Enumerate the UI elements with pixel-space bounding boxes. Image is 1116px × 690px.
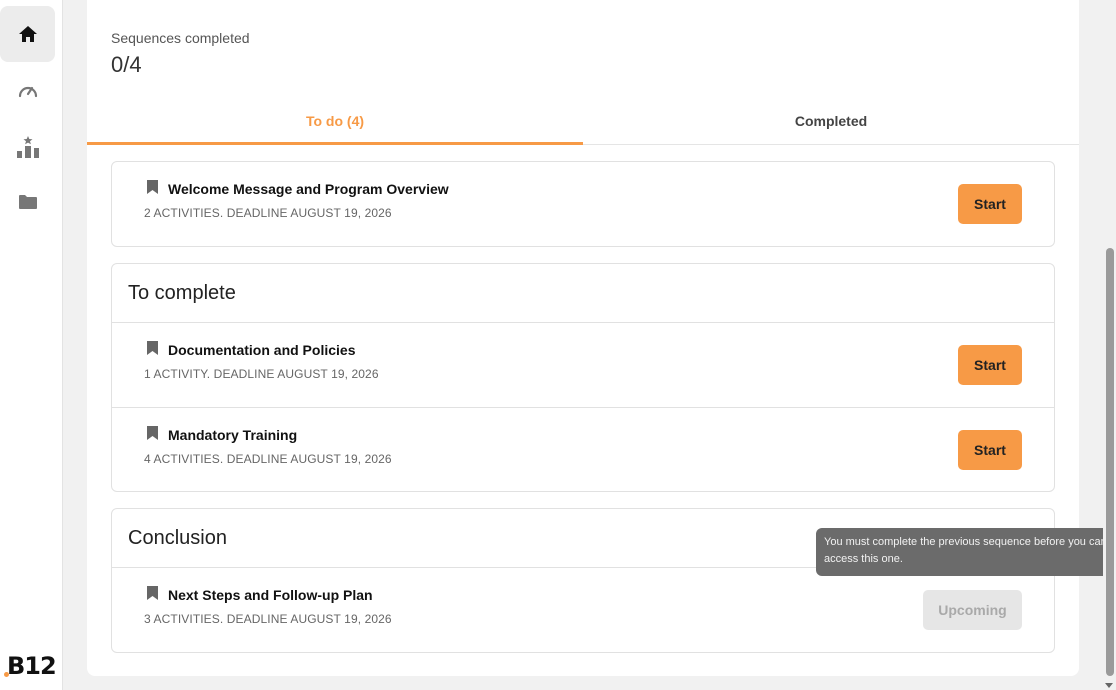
sequence-meta: 4 ACTIVITIES. DEADLINE AUGUST 19, 2026 xyxy=(144,452,392,466)
locked-sequence-tooltip: You must complete the previous sequence … xyxy=(816,528,1116,576)
sequence-title-text: Mandatory Training xyxy=(168,426,298,443)
scrollbar-thumb[interactable] xyxy=(1106,248,1114,676)
sequences-completed-label: Sequences completed xyxy=(111,30,250,46)
speedometer-icon xyxy=(17,81,39,99)
tab-todo[interactable]: To do (4) xyxy=(87,98,583,145)
home-icon xyxy=(18,25,38,43)
tab-completed[interactable]: Completed xyxy=(583,98,1079,144)
sequence-card: Welcome Message and Program Overview 2 A… xyxy=(111,161,1055,247)
podium-icon xyxy=(16,135,40,159)
sequence-title: Next Steps and Follow-up Plan xyxy=(146,585,373,604)
sidebar: B12 xyxy=(0,0,63,690)
sequence-title: Mandatory Training xyxy=(146,425,297,444)
sequence-row: Next Steps and Follow-up Plan 3 ACTIVITI… xyxy=(112,568,1054,652)
sequence-row: Mandatory Training 4 ACTIVITIES. DEADLIN… xyxy=(112,407,1054,491)
bookmark-icon xyxy=(146,585,168,604)
section-to-complete: To complete Documentation and Policies 1… xyxy=(111,263,1055,492)
sequence-meta: 1 ACTIVITY. DEADLINE AUGUST 19, 2026 xyxy=(144,367,379,381)
sequence-title-text: Welcome Message and Program Overview xyxy=(168,180,449,197)
sequence-row: Documentation and Policies 1 ACTIVITY. D… xyxy=(112,323,1054,407)
upcoming-button[interactable]: Upcoming xyxy=(923,590,1022,630)
b12-logo: B12 xyxy=(4,652,57,680)
sidebar-item-home[interactable] xyxy=(0,6,55,62)
tab-bar: To do (4) Completed xyxy=(87,98,1079,145)
sequence-meta: 2 ACTIVITIES. DEADLINE AUGUST 19, 2026 xyxy=(144,206,392,220)
folder-icon xyxy=(18,194,38,210)
sequences-completed-value: 0/4 xyxy=(111,52,142,77)
sidebar-item-leaderboard[interactable] xyxy=(0,119,55,175)
sequence-title-text: Next Steps and Follow-up Plan xyxy=(168,586,373,603)
scrollbar[interactable] xyxy=(1103,0,1116,690)
scroll-down-arrow-icon[interactable] xyxy=(1105,683,1113,688)
start-button[interactable]: Start xyxy=(958,184,1022,224)
start-button[interactable]: Start xyxy=(958,345,1022,385)
sequence-row: Welcome Message and Program Overview 2 A… xyxy=(112,162,1054,246)
section-heading: To complete xyxy=(112,264,1054,323)
sidebar-item-dashboard[interactable] xyxy=(0,62,55,118)
sequence-title-text: Documentation and Policies xyxy=(168,341,356,358)
bookmark-icon xyxy=(146,179,168,198)
bookmark-icon xyxy=(146,340,168,359)
start-button[interactable]: Start xyxy=(958,430,1022,470)
sequence-title: Documentation and Policies xyxy=(146,340,355,359)
sequence-title: Welcome Message and Program Overview xyxy=(146,179,449,198)
sequence-meta: 3 ACTIVITIES. DEADLINE AUGUST 19, 2026 xyxy=(144,612,392,626)
sidebar-item-files[interactable] xyxy=(0,174,55,230)
bookmark-icon xyxy=(146,425,168,444)
logo-text: B12 xyxy=(7,652,57,680)
